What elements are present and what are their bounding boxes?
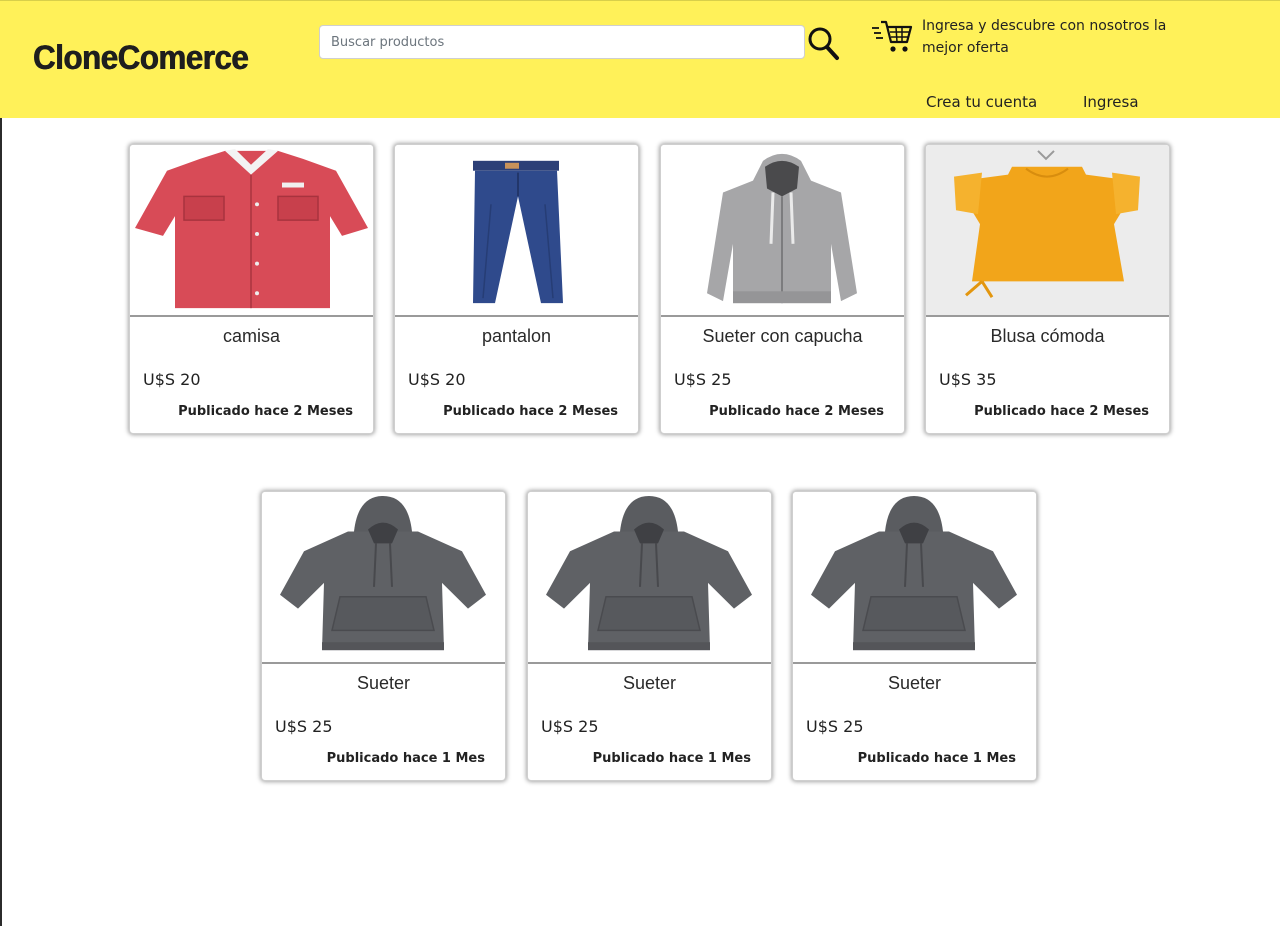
product-card[interactable]: Blusa cómoda U$S 35 Publicado hace 2 Mes… — [925, 144, 1170, 434]
product-image[interactable] — [262, 492, 505, 664]
product-title[interactable]: Sueter — [262, 673, 505, 694]
product-card[interactable]: Sueter con capucha U$S 25 Publicado hace… — [660, 144, 905, 434]
product-title[interactable]: pantalon — [395, 326, 638, 347]
product-published: Publicado hace 2 Meses — [443, 404, 618, 419]
product-image[interactable] — [130, 145, 373, 317]
product-title[interactable]: Sueter — [793, 673, 1036, 694]
product-image[interactable] — [661, 145, 904, 317]
shopping-cart-icon[interactable] — [871, 18, 913, 54]
product-price: U$S 25 — [275, 717, 333, 736]
product-title[interactable]: camisa — [130, 326, 373, 347]
search-icon[interactable] — [806, 25, 840, 61]
product-image[interactable] — [528, 492, 771, 664]
site-header: CloneComerce Ingresa y descubre con noso… — [0, 0, 1280, 118]
create-account-link[interactable]: Crea tu cuenta — [926, 93, 1037, 111]
product-card[interactable]: Sueter U$S 25 Publicado hace 1 Mes — [792, 491, 1037, 781]
product-card[interactable]: Sueter U$S 25 Publicado hace 1 Mes — [261, 491, 506, 781]
product-title[interactable]: Blusa cómoda — [926, 326, 1169, 347]
login-link[interactable]: Ingresa — [1083, 93, 1139, 111]
product-card[interactable]: camisa U$S 20 Publicado hace 2 Meses — [129, 144, 374, 434]
product-image[interactable] — [926, 145, 1169, 317]
site-logo[interactable]: CloneComerce — [33, 39, 249, 78]
product-price: U$S 20 — [408, 370, 466, 389]
product-published: Publicado hace 2 Meses — [974, 404, 1149, 419]
product-title[interactable]: Sueter con capucha — [661, 326, 904, 347]
product-image[interactable] — [395, 145, 638, 317]
product-image[interactable] — [793, 492, 1036, 664]
product-title[interactable]: Sueter — [528, 673, 771, 694]
product-card[interactable]: pantalon U$S 20 Publicado hace 2 Meses — [394, 144, 639, 434]
product-price: U$S 25 — [541, 717, 599, 736]
product-price: U$S 25 — [806, 717, 864, 736]
product-price: U$S 35 — [939, 370, 997, 389]
product-published: Publicado hace 1 Mes — [326, 751, 485, 766]
product-price: U$S 20 — [143, 370, 201, 389]
search-input[interactable] — [319, 25, 805, 59]
window-left-border — [0, 0, 2, 926]
product-published: Publicado hace 2 Meses — [178, 404, 353, 419]
product-card[interactable]: Sueter U$S 25 Publicado hace 1 Mes — [527, 491, 772, 781]
product-published: Publicado hace 1 Mes — [857, 751, 1016, 766]
product-published: Publicado hace 2 Meses — [709, 404, 884, 419]
promo-text: Ingresa y descubre con nosotros la mejor… — [922, 18, 1167, 56]
product-price: U$S 25 — [674, 370, 732, 389]
product-published: Publicado hace 1 Mes — [592, 751, 751, 766]
